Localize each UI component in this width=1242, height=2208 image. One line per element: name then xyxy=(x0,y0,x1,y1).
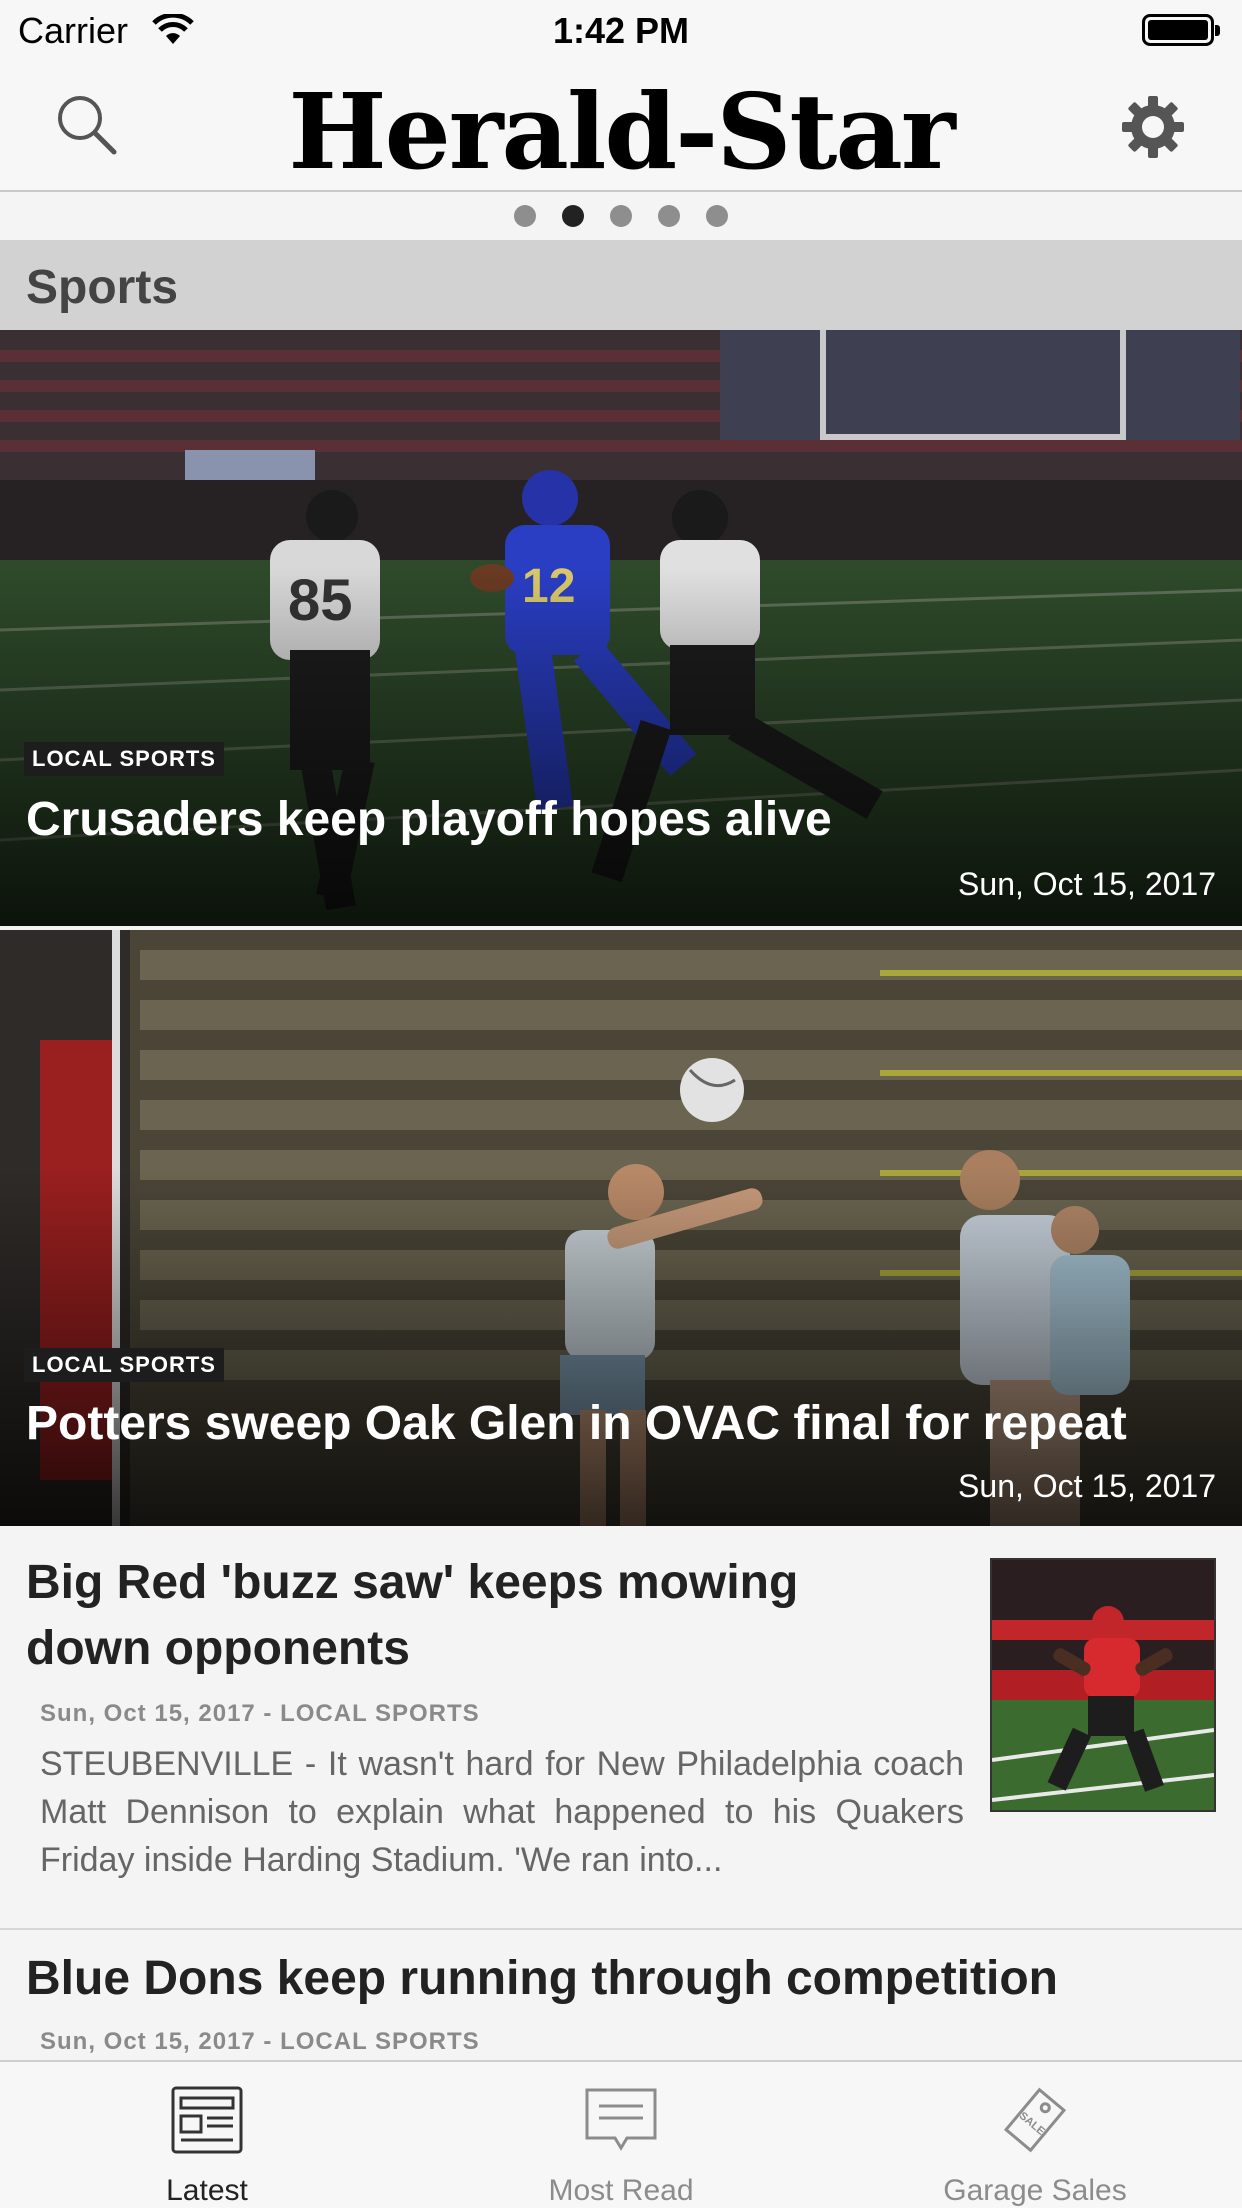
svg-text:SALE: SALE xyxy=(1017,2110,1047,2138)
newspaper-icon xyxy=(171,2086,243,2154)
hero-headline[interactable]: Potters sweep Oak Glen in OVAC final for… xyxy=(26,1396,1222,1451)
page-dot[interactable] xyxy=(610,205,632,227)
page-dot[interactable] xyxy=(658,205,680,227)
sale-tag-icon: SALE xyxy=(1003,2087,1067,2153)
article-title[interactable]: Blue Dons keep running through competiti… xyxy=(26,1946,1206,2012)
page-dot-active[interactable] xyxy=(562,205,584,227)
list-item[interactable]: Blue Dons keep running through competiti… xyxy=(0,1930,1242,2060)
tab-label: Garage Sales xyxy=(943,2174,1127,2207)
hero-date: Sun, Oct 15, 2017 xyxy=(958,866,1216,902)
status-time: 1:42 PM xyxy=(552,10,690,51)
page-dot[interactable] xyxy=(706,205,728,227)
football-thumbnail-image xyxy=(992,1560,1214,1810)
status-bar: Carrier 1:42 PM xyxy=(0,0,1242,60)
hero-category-tag: LOCAL SPORTS xyxy=(24,1348,224,1382)
article-thumbnail[interactable] xyxy=(990,1558,1216,1812)
app-header: Herald-Star xyxy=(0,60,1242,193)
section-title: Sports xyxy=(26,261,179,314)
page-indicator[interactable] xyxy=(0,192,1242,240)
tab-bar: Latest Most Read SALE Garage Sales xyxy=(0,2060,1242,2208)
battery-icon xyxy=(1142,14,1220,46)
page-dot[interactable] xyxy=(514,205,536,227)
article-snippet: STEUBENVILLE - It wasn't hard for New Ph… xyxy=(40,1745,964,1879)
hero-story-card[interactable]: LOCAL SPORTS Potters sweep Oak Glen in O… xyxy=(0,930,1242,1526)
message-icon xyxy=(585,2088,657,2151)
article-meta: Sun, Oct 15, 2017 - LOCAL SPORTS xyxy=(40,1700,480,1727)
tab-most-read[interactable]: Most Read xyxy=(414,2062,828,2208)
hero-story-card[interactable]: 85 12 LOCAL SPORTS Crusaders keep playof… xyxy=(0,330,1242,926)
tab-label: Latest xyxy=(166,2174,248,2207)
list-item[interactable]: Big Red 'buzz saw' keeps mowing down opp… xyxy=(0,1530,1242,1926)
hero-headline[interactable]: Crusaders keep playoff hopes alive xyxy=(26,792,1222,847)
tab-latest[interactable]: Latest xyxy=(0,2062,414,2208)
article-title[interactable]: Big Red 'buzz saw' keeps mowing down opp… xyxy=(26,1550,906,1682)
app-logo: Herald-Star xyxy=(288,70,955,193)
hero-category-tag: LOCAL SPORTS xyxy=(24,742,224,776)
article-meta: Sun, Oct 15, 2017 - LOCAL SPORTS xyxy=(40,2028,480,2055)
hero-date: Sun, Oct 15, 2017 xyxy=(958,1468,1216,1504)
tab-label: Most Read xyxy=(548,2174,694,2207)
section-header: Sports xyxy=(0,240,1242,330)
tab-garage-sales[interactable]: SALE Garage Sales xyxy=(828,2062,1242,2208)
gear-icon[interactable] xyxy=(1120,94,1186,160)
